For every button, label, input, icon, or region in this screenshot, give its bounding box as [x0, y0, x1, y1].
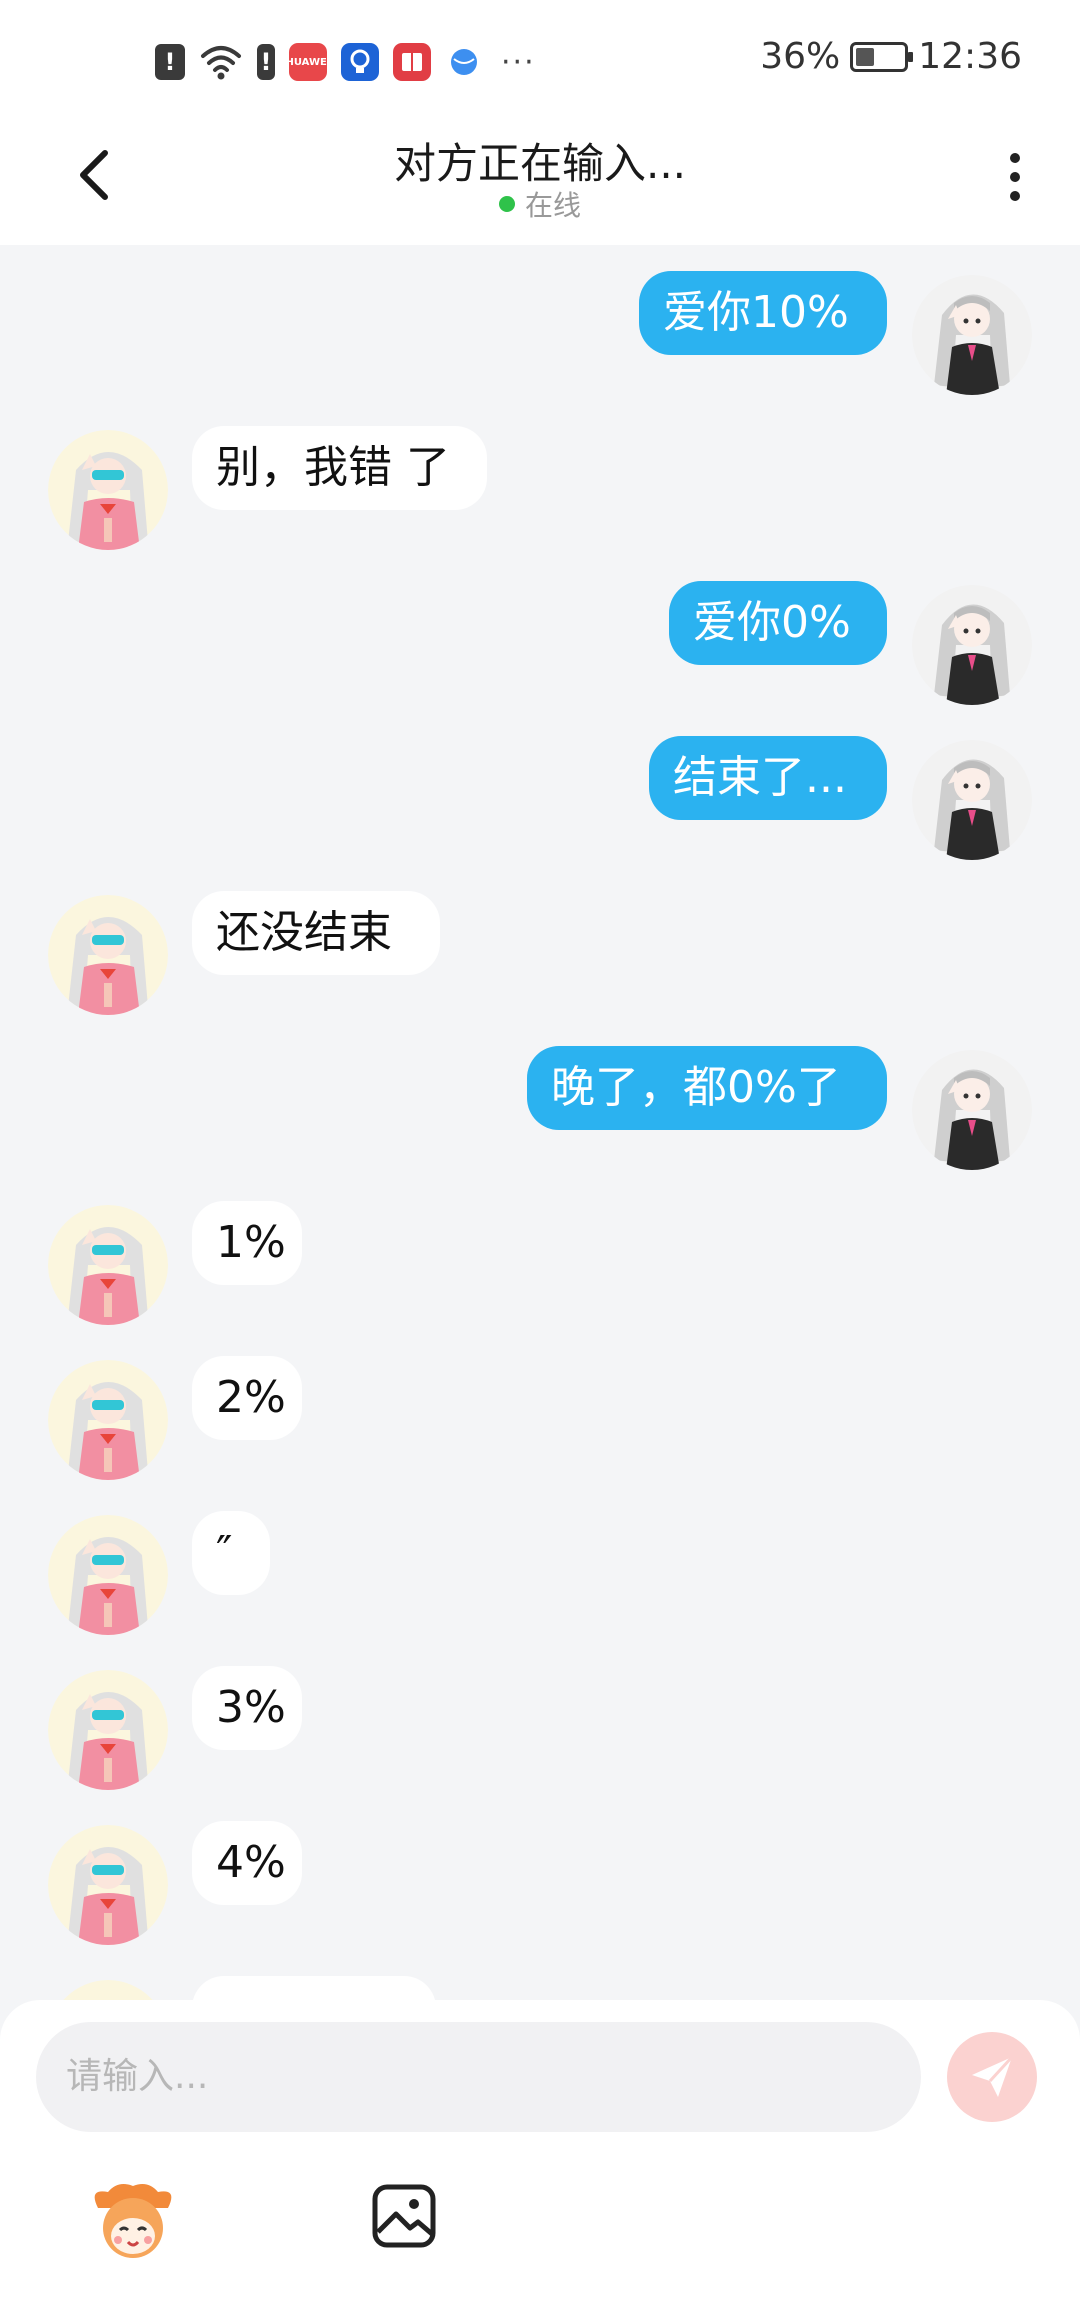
outgoing-message[interactable]: 爱你0%: [669, 581, 887, 665]
chat-header: 对方正在输入... 在线: [0, 120, 1080, 245]
incoming-message[interactable]: 4%: [192, 1821, 302, 1905]
send-button[interactable]: [947, 2032, 1037, 2122]
battery-percentage: 36%: [760, 36, 841, 77]
incoming-message-partial[interactable]: [192, 1976, 436, 2000]
incoming-message[interactable]: 1%: [192, 1201, 302, 1285]
alert-icon: !: [257, 44, 275, 80]
incoming-message[interactable]: 还没结束: [192, 891, 440, 975]
lightbulb-app-icon: [341, 43, 379, 81]
incoming-message[interactable]: 3%: [192, 1666, 302, 1750]
notification-icons: ! ! HUAWEI ···: [155, 40, 536, 84]
incoming-message[interactable]: 2%: [192, 1356, 302, 1440]
status-bar: ! ! HUAWEI ··· 36% 12:36: [0, 0, 1080, 120]
incoming-message[interactable]: ″: [192, 1511, 270, 1595]
image-icon[interactable]: [370, 2182, 438, 2250]
incoming-message[interactable]: 别，我错 了: [192, 426, 487, 510]
message-input[interactable]: 请输入...: [36, 2022, 921, 2132]
online-status-label: 在线: [524, 189, 581, 222]
contact-avatar[interactable]: [48, 895, 168, 1015]
send-icon: [972, 2055, 1014, 2097]
mascot-icon[interactable]: [88, 2178, 178, 2268]
more-notifications: ···: [501, 44, 536, 80]
browser-icon: [445, 43, 483, 81]
page-title: 对方正在输入...: [393, 139, 687, 188]
more-options-button[interactable]: [990, 142, 1040, 212]
contact-avatar[interactable]: [48, 1825, 168, 1945]
huawei-appgallery-icon: HUAWEI: [285, 43, 331, 81]
contact-avatar[interactable]: [48, 430, 168, 550]
wifi-icon: [201, 46, 241, 80]
book-app-icon: [393, 43, 431, 81]
online-status: 在线: [0, 184, 1080, 224]
composer-bar: 请输入...: [0, 2000, 1080, 2310]
battery-icon: [850, 41, 914, 72]
my-avatar[interactable]: [912, 1050, 1032, 1170]
contact-avatar[interactable]: [48, 1360, 168, 1480]
contact-avatar[interactable]: [48, 1205, 168, 1325]
online-dot: [498, 196, 515, 212]
status-right: 36% 12:36: [760, 36, 1022, 77]
outgoing-message[interactable]: 晚了，都0%了: [527, 1046, 887, 1130]
my-avatar[interactable]: [912, 275, 1032, 395]
contact-avatar[interactable]: [48, 1670, 168, 1790]
my-avatar[interactable]: [912, 585, 1032, 705]
outgoing-message[interactable]: 爱你10%: [639, 271, 887, 355]
message-list[interactable]: 爱你10% 别，我错 了爱你0% 结束了... 还没结束晚了，都0%了 1% 2% ″ 3% 4…: [0, 245, 1080, 2000]
alert-icon: !: [155, 44, 185, 80]
outgoing-message[interactable]: 结束了...: [649, 736, 887, 820]
huawei-label: HUAWEI: [285, 56, 331, 68]
contact-avatar[interactable]: [48, 1980, 168, 2000]
clock: 12:36: [918, 36, 1022, 77]
contact-avatar[interactable]: [48, 1515, 168, 1635]
my-avatar[interactable]: [912, 740, 1032, 860]
